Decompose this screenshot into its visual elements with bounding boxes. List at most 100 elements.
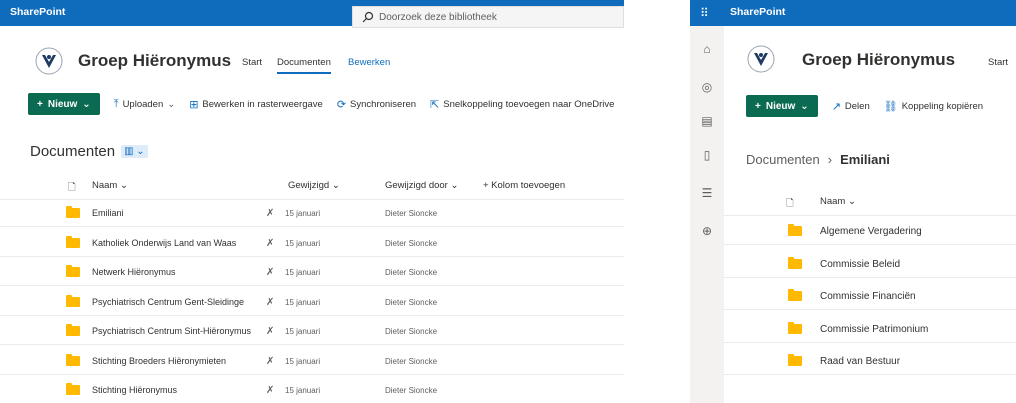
app-rail: ⌂ ◎ ▤ ▯ ☰ ⊕ — [690, 26, 724, 403]
column-naam-right-label: Naam — [820, 196, 846, 207]
upload-button[interactable]: ⤒ Uploaden ⌄ — [114, 98, 176, 111]
folder-icon — [788, 354, 802, 366]
document-icon[interactable]: ▯ — [700, 148, 714, 162]
row-modified-by[interactable]: Dieter Sioncke — [385, 327, 437, 336]
table-row[interactable]: Commissie Beleid — [724, 251, 1016, 278]
row-name[interactable]: Commissie Patrimonium — [820, 324, 928, 335]
table-row[interactable]: Stichting Broeders Hiëronymieten ✗ 15 janu… — [0, 348, 624, 375]
column-naam-label: Naam — [92, 180, 118, 191]
row-name[interactable]: Commissie Beleid — [820, 259, 900, 270]
nav-documenten[interactable]: Documenten — [277, 57, 331, 74]
row-name[interactable]: Stichting Hiëronymus — [92, 385, 177, 395]
row-name[interactable]: Emiliani — [92, 208, 124, 218]
pin-icon[interactable]: ✗ — [266, 267, 274, 278]
file-type-icon[interactable]: 🗋 — [786, 196, 794, 212]
row-name[interactable]: Stichting Broeders Hiëronymieten — [92, 356, 226, 366]
folder-icon — [788, 289, 802, 301]
suite-bar: SharePoint Doorzoek deze bibliotheek — [0, 0, 624, 28]
nav-start-right[interactable]: Start — [988, 57, 1008, 68]
pin-icon[interactable]: ✗ — [266, 326, 274, 337]
site-logo-right[interactable] — [746, 44, 776, 74]
table-row[interactable]: Psychiatrisch Centrum Gent-Sleidinge ✗ 15 … — [0, 289, 624, 316]
folder-icon — [66, 265, 80, 277]
breadcrumb-root[interactable]: Documenten — [746, 152, 820, 167]
copy-link-button[interactable]: ⛓ Koppeling kopiëren — [884, 100, 983, 113]
grid-edit-label: Bewerken in rasterweergave — [202, 98, 323, 110]
sharepoint-brand[interactable]: SharePoint — [10, 6, 65, 18]
upload-label: Uploaden — [122, 98, 164, 110]
table-row[interactable]: Raad van Bestuur — [724, 348, 1016, 375]
breadcrumb-current: Emiliani — [840, 152, 890, 167]
row-modified: 15 januari — [285, 386, 321, 395]
sync-button[interactable]: ⟳ Synchroniseren — [337, 98, 416, 111]
add-icon[interactable]: ⊕ — [700, 224, 714, 238]
table-row[interactable]: Stichting Hiëronymus ✗ 15 januari Dieter Si… — [0, 377, 624, 403]
site-title-right[interactable]: Groep Hiëronymus — [802, 50, 955, 70]
news-icon[interactable]: ▤ — [700, 114, 714, 128]
table-row[interactable]: Katholiek Onderwijs Land van Waas ✗ 15 jan… — [0, 230, 624, 257]
nav-bewerken[interactable]: Bewerken — [348, 57, 390, 68]
chevron-down-icon: ⌄ — [82, 98, 91, 110]
home-icon[interactable]: ⌂ — [700, 42, 714, 56]
pin-icon[interactable]: ✗ — [266, 238, 274, 249]
column-naam[interactable]: Naam ⌄ — [92, 180, 128, 191]
row-name[interactable]: Commissie Financiën — [820, 291, 916, 302]
pin-icon[interactable]: ✗ — [266, 385, 274, 396]
new-button-label: Nieuw — [47, 98, 78, 110]
right-sharepoint-window: ⠿ SharePoint ⌂ ◎ ▤ ▯ ☰ ⊕ Groep Hiëronymu… — [690, 0, 1016, 403]
row-modified-by[interactable]: Dieter Sioncke — [385, 239, 437, 248]
column-gewijzigd[interactable]: Gewijzigd ⌄ — [288, 180, 340, 191]
grid-icon: ⊞ — [189, 98, 199, 111]
pin-icon[interactable]: ✗ — [266, 356, 274, 367]
row-modified-by[interactable]: Dieter Sioncke — [385, 209, 437, 218]
nav-start[interactable]: Start — [242, 57, 262, 68]
column-gewijzigd-door[interactable]: Gewijzigd door ⌄ — [385, 180, 458, 191]
row-name[interactable]: Katholiek Onderwijs Land van Waas — [92, 238, 236, 248]
row-modified-by[interactable]: Dieter Sioncke — [385, 357, 437, 366]
sync-label: Synchroniseren — [350, 98, 417, 110]
view-switcher-icon[interactable]: ▥ ⌄ — [121, 145, 148, 158]
table-row[interactable]: Netwerk Hiëronymus ✗ 15 januari Dieter Sion… — [0, 259, 624, 286]
add-column-button[interactable]: + Kolom toevoegen — [483, 180, 565, 191]
table-row[interactable]: Emiliani ✗ 15 januari Dieter Sioncke — [0, 200, 624, 227]
sharepoint-brand-right[interactable]: SharePoint — [730, 6, 785, 18]
search-placeholder: Doorzoek deze bibliotheek — [379, 12, 497, 23]
file-type-icon[interactable]: 🗋 — [68, 180, 76, 196]
row-modified: 15 januari — [285, 356, 321, 366]
folder-icon — [66, 294, 80, 307]
globe-icon[interactable]: ◎ — [700, 80, 714, 94]
site-logo[interactable] — [34, 46, 64, 76]
pin-icon[interactable]: ✗ — [266, 208, 274, 219]
site-title[interactable]: Groep Hiëronymus — [78, 51, 231, 71]
row-modified-by[interactable]: Dieter Sioncke — [385, 298, 437, 307]
waffle-icon[interactable]: ⠿ — [700, 6, 709, 20]
row-name[interactable]: Psychiatrisch Centrum Sint-Hiëronymus — [92, 326, 251, 336]
list-icon[interactable]: ☰ — [700, 186, 714, 200]
row-name[interactable]: Algemene Vergadering — [820, 226, 922, 237]
column-naam-right[interactable]: Naam ⌄ — [820, 196, 856, 207]
row-modified: 15 januari — [285, 297, 321, 307]
table-row[interactable]: Psychiatrisch Centrum Sint-Hiëronymus ✗ 15… — [0, 318, 624, 345]
search-input[interactable]: Doorzoek deze bibliotheek — [352, 6, 624, 28]
table-row[interactable]: Commissie Patrimonium — [724, 316, 1016, 343]
column-gewijzigd-label: Gewijzigd — [288, 180, 330, 191]
row-modified-by[interactable]: Dieter Sioncke — [385, 386, 437, 395]
row-modified-by[interactable]: Dieter Sioncke — [385, 268, 437, 277]
new-button[interactable]: + Nieuw ⌄ — [28, 93, 100, 115]
new-button-right[interactable]: + Nieuw ⌄ — [746, 95, 818, 117]
share-button[interactable]: ↗ Delen — [832, 100, 870, 113]
plus-icon: + — [37, 98, 43, 110]
search-icon — [362, 11, 374, 23]
upload-icon: ⤒ — [113, 97, 119, 110]
table-row[interactable]: Commissie Financiën — [724, 283, 1016, 310]
grid-edit-button[interactable]: ⊞ Bewerken in rasterweergave — [189, 98, 323, 111]
row-name[interactable]: Psychiatrisch Centrum Gent-Sleidinge — [92, 297, 244, 307]
row-name[interactable]: Netwerk Hiëronymus — [92, 267, 176, 277]
left-sharepoint-window: SharePoint Doorzoek deze bibliotheek Gro… — [0, 0, 624, 403]
folder-icon — [788, 256, 802, 269]
pin-icon[interactable]: ✗ — [266, 297, 274, 308]
table-row[interactable]: Algemene Vergadering — [724, 218, 1016, 245]
link-icon: ⛓ — [883, 100, 898, 113]
row-name[interactable]: Raad van Bestuur — [820, 356, 900, 367]
add-shortcut-button[interactable]: ⇱ Snelkoppeling toevoegen naar OneDrive — [430, 98, 614, 111]
